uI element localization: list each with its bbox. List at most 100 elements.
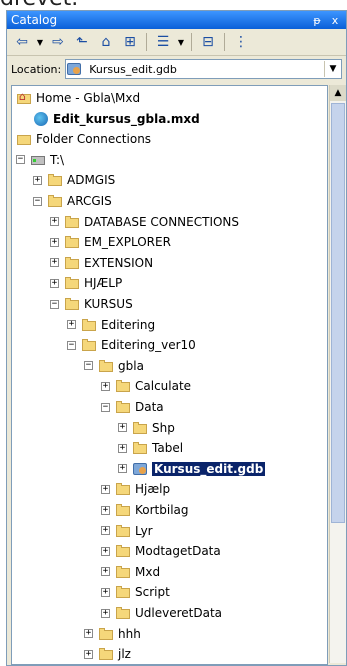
folder-icon (98, 647, 114, 661)
back-arrow-icon[interactable]: ⇦ (11, 32, 33, 52)
tree-item[interactable]: + Tabel (118, 438, 183, 458)
tree-item-label: Editering_ver10 (101, 338, 196, 353)
drive-icon (30, 153, 46, 167)
folder-icon (115, 585, 131, 599)
options-icon[interactable]: ⊟ (197, 32, 219, 52)
tree-item-label: DATABASE CONNECTIONS (84, 214, 240, 229)
tree-item[interactable]: + hhh (84, 624, 141, 644)
expand-icon[interactable]: + (101, 567, 110, 577)
location-dropdown-icon[interactable]: ▼ (324, 61, 341, 77)
expand-icon[interactable]: + (118, 443, 127, 453)
expand-icon[interactable]: + (101, 484, 110, 494)
views-dropdown-icon[interactable]: ▼ (176, 32, 186, 52)
tree-item-label: EM_EXPLORER (84, 235, 171, 250)
catalog-tree[interactable]: Home - Gbla\Mxd Edit_kursus_gbla.mxd Folde… (11, 85, 328, 665)
forward-arrow-icon[interactable]: ⇨ (47, 32, 69, 52)
expand-icon[interactable]: + (101, 381, 110, 391)
tree-item-label: Calculate (135, 379, 192, 394)
tree-item[interactable]: + DATABASE CONNECTIONS (50, 212, 239, 232)
tree-item[interactable]: Folder Connections (16, 129, 151, 149)
folder-connections-icon (16, 132, 32, 146)
tree-item[interactable]: + jlz (84, 644, 131, 664)
home-icon[interactable]: ⌂ (95, 32, 117, 52)
tree-item[interactable]: + UdleveretData (101, 603, 222, 623)
back-dropdown-icon[interactable]: ▼ (35, 32, 45, 52)
folder-icon (47, 194, 63, 208)
folder-icon (47, 173, 63, 187)
pin-icon[interactable]: ᵽ (310, 14, 324, 27)
expand-icon[interactable]: + (84, 629, 93, 639)
tree-item[interactable]: + Calculate (101, 376, 191, 396)
up-one-level-icon[interactable]: ⬑ (71, 32, 93, 52)
catalog-window: Catalog ᵽ x ⇦ ▼ ⇨ ⬑ ⌂ ⊞ ☰ ▼ ⊟ ⋮ Location… (6, 10, 347, 666)
tree-item[interactable]: − Editering_ver10 (67, 335, 196, 355)
tree-item[interactable]: + EXTENSION (50, 253, 153, 273)
collapse-icon[interactable]: − (84, 361, 93, 371)
title-bar: Catalog ᵽ x (7, 11, 346, 29)
tree-item-label: KURSUS (84, 297, 133, 311)
tree-item-label: Shp (152, 420, 175, 435)
location-label: Location: (11, 62, 62, 76)
expand-icon[interactable]: + (67, 320, 76, 330)
tree-item[interactable]: Edit_kursus_gbla.mxd (33, 109, 200, 129)
vertical-scrollbar[interactable]: ▲ (329, 85, 346, 663)
tree-item[interactable]: − T:\ (16, 150, 64, 170)
folder-icon (81, 338, 97, 352)
scroll-up-icon[interactable]: ▲ (330, 85, 346, 101)
tree-item[interactable]: + Hjælp (101, 479, 170, 499)
tree-item-label: ARCGIS (67, 194, 112, 208)
expand-icon[interactable]: + (101, 526, 110, 536)
connect-folder-icon[interactable]: ⊞ (119, 32, 141, 52)
expand-icon[interactable]: + (50, 237, 59, 247)
tree-item-label: UdleveretData (135, 606, 223, 620)
tree-item[interactable]: − KURSUS (50, 294, 133, 314)
folder-icon (115, 503, 131, 517)
tree-item[interactable]: + Kortbilag (101, 500, 189, 520)
expand-icon[interactable]: + (101, 505, 110, 515)
expand-icon[interactable]: + (50, 258, 59, 268)
tree-item[interactable]: − gbla (84, 356, 144, 376)
toggle-tree-icon[interactable]: ⋮ (230, 32, 252, 52)
expand-icon[interactable]: + (33, 175, 42, 185)
expand-icon[interactable]: + (101, 587, 110, 597)
expand-icon[interactable]: + (118, 423, 127, 433)
tree-item[interactable]: + HJÆLP (50, 273, 122, 293)
folder-icon (98, 627, 114, 641)
folder-icon (64, 297, 80, 311)
tree-item[interactable]: + Mxd (101, 562, 160, 582)
toolbar-separator (146, 33, 147, 51)
location-combobox[interactable]: Kursus_edit.gdb ▼ (65, 59, 342, 79)
collapse-icon[interactable]: − (16, 155, 25, 165)
tree-item[interactable]: + Editering (67, 315, 155, 335)
expand-icon[interactable]: + (118, 464, 127, 474)
expand-icon[interactable]: + (50, 278, 59, 288)
close-icon[interactable]: x (328, 14, 342, 27)
toolbar-separator (224, 33, 225, 51)
tree-item[interactable]: + ADMGIS (33, 170, 115, 190)
tree-item[interactable]: + Script (101, 582, 170, 602)
tree-item-label: Lyr (135, 523, 153, 538)
folder-icon (115, 544, 131, 558)
collapse-icon[interactable]: − (101, 402, 110, 412)
tree-item[interactable]: − ARCGIS (33, 191, 112, 211)
tree-item[interactable]: + Lyr (101, 521, 153, 541)
tree-item-label: T:\ (50, 152, 65, 167)
expand-icon[interactable]: + (84, 649, 93, 659)
window-title: Catalog (11, 13, 58, 27)
views-icon[interactable]: ☰ (152, 32, 174, 52)
tree-item[interactable]: + EM_EXPLORER (50, 232, 171, 252)
expand-icon[interactable]: + (50, 217, 59, 227)
tree-item[interactable]: + ModtagetData (101, 541, 221, 561)
tree-item[interactable]: + Kursus_edit.gdb (118, 459, 266, 479)
tree-item-label: gbla (118, 358, 144, 373)
expand-icon[interactable]: + (101, 608, 110, 618)
folder-icon (64, 256, 80, 270)
collapse-icon[interactable]: − (67, 340, 76, 350)
tree-item[interactable]: Home - Gbla\Mxd (16, 88, 140, 108)
scroll-thumb[interactable] (331, 103, 345, 523)
expand-icon[interactable]: + (101, 546, 110, 556)
tree-item[interactable]: − Data (101, 397, 164, 417)
tree-item[interactable]: + Shp (118, 418, 175, 438)
collapse-icon[interactable]: − (33, 196, 42, 206)
collapse-icon[interactable]: − (50, 299, 59, 309)
